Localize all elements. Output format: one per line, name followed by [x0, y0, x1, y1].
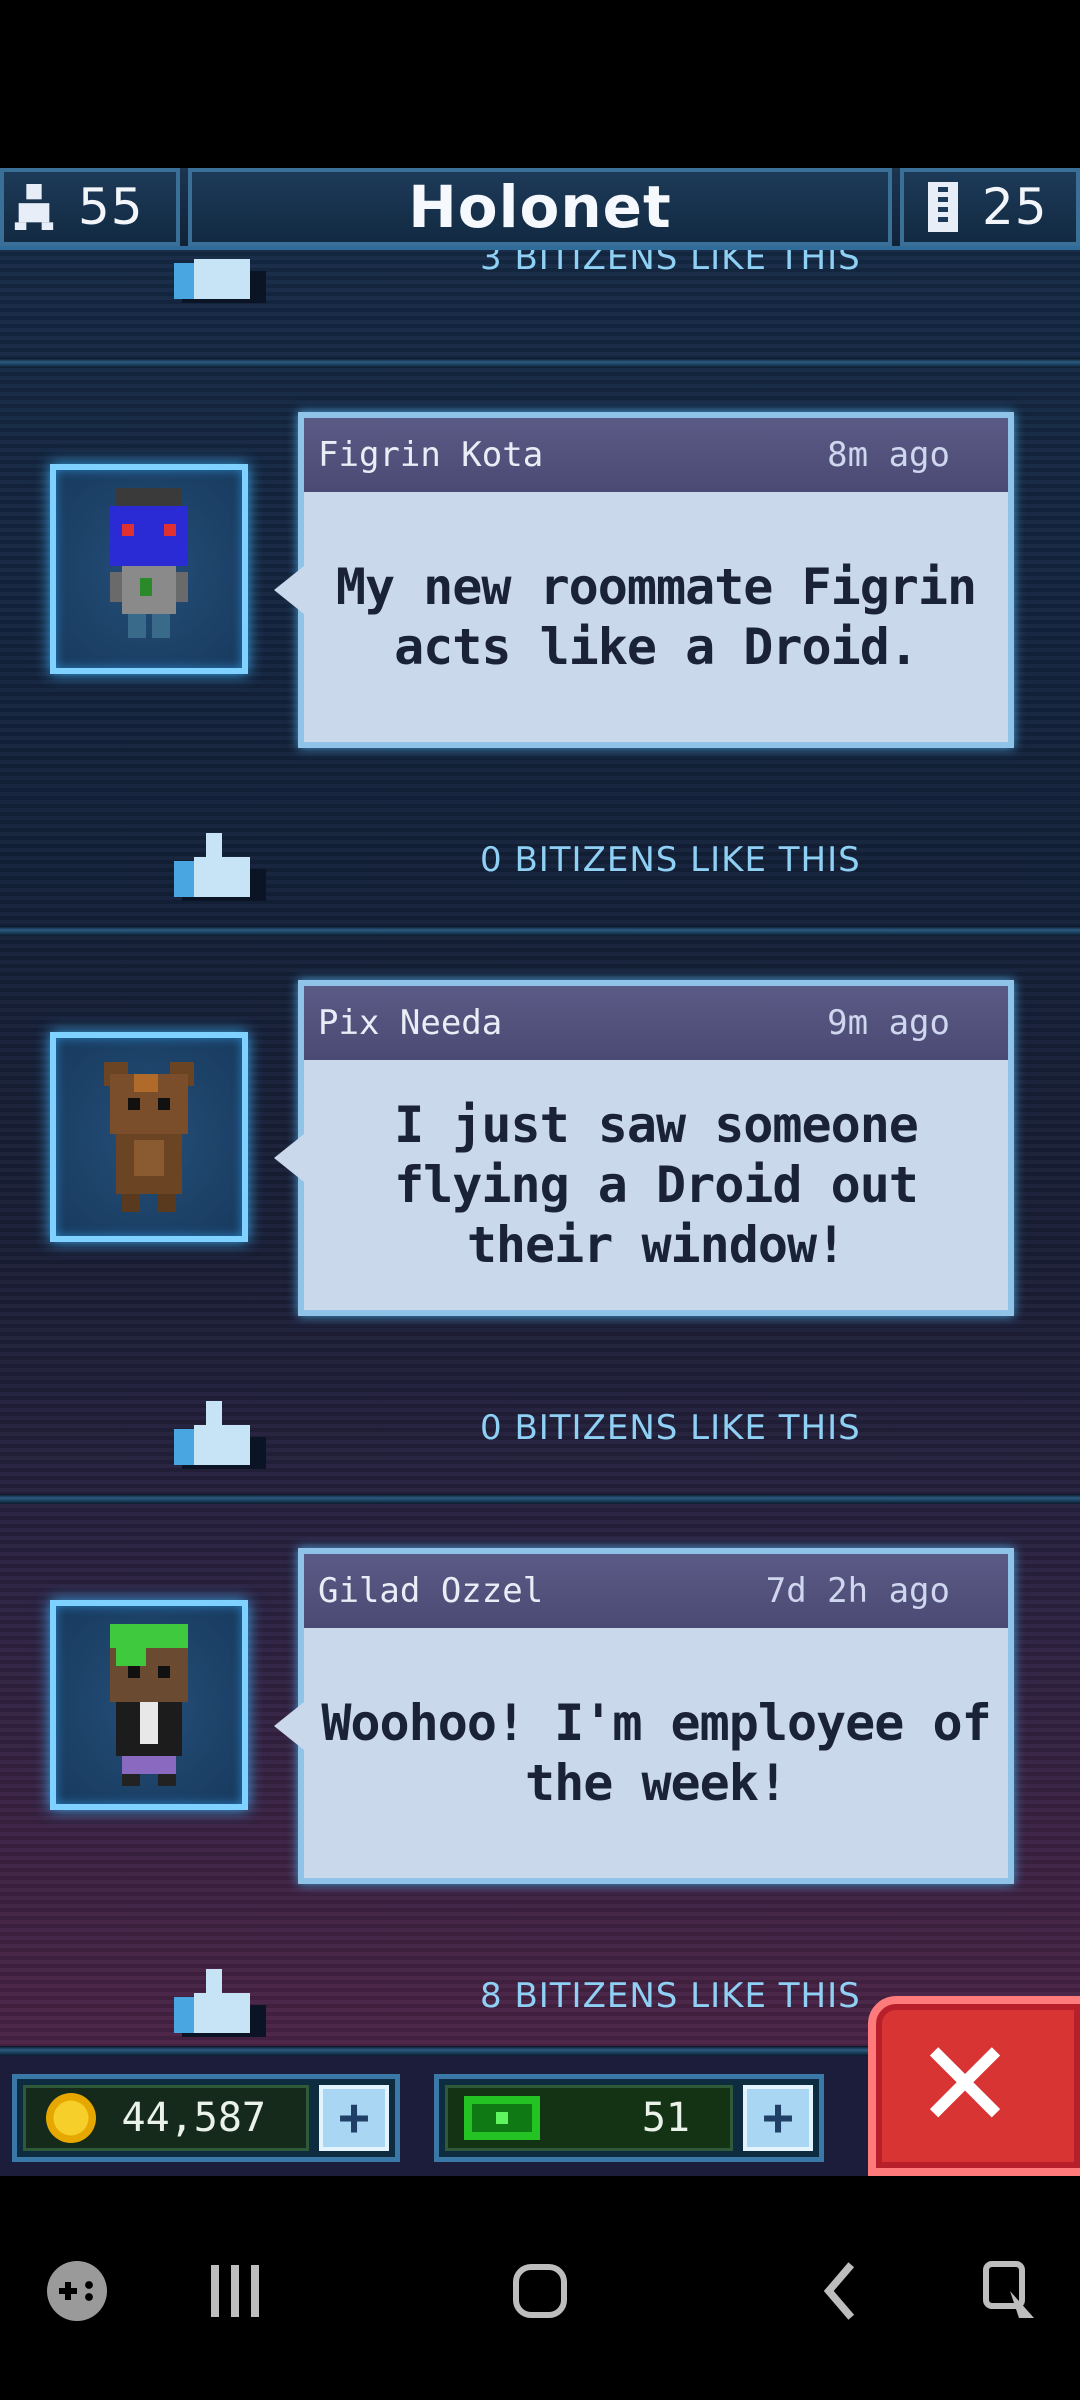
page-title-box: Holonet [188, 168, 892, 246]
population-value: 55 [78, 178, 144, 236]
like-button[interactable] [174, 828, 266, 902]
message-header: Pix Needa 9m ago [304, 986, 1008, 1060]
message-bubble: Figrin Kota 8m ago My new roommate Figri… [274, 412, 1014, 748]
game-launcher-button[interactable] [22, 2236, 132, 2346]
back-icon [823, 2262, 855, 2320]
bubble-tail [274, 566, 304, 614]
back-button[interactable] [790, 2236, 890, 2346]
home-icon [513, 2264, 567, 2318]
bitizen-avatar-icon [104, 1062, 194, 1212]
home-button[interactable] [480, 2236, 600, 2346]
like-button[interactable] [174, 1396, 266, 1470]
avatar[interactable] [50, 464, 248, 674]
plus-icon: + [338, 2088, 370, 2148]
close-button[interactable]: ✕ [868, 1996, 1080, 2176]
message-bubble: Pix Needa 9m ago I just saw someone flyi… [274, 980, 1014, 1316]
message-body: I just saw someone flying a Droid out th… [304, 1060, 1008, 1310]
bux-value: 51 [641, 2095, 690, 2141]
likes-count: 0 BITIZENS LIKE THIS [480, 1408, 861, 1448]
author-name: Pix Needa [318, 1003, 503, 1043]
screen-capture-icon [983, 2261, 1034, 2318]
coins-display: 44,587 [23, 2085, 309, 2151]
message-header: Figrin Kota 8m ago [304, 418, 1008, 492]
building-icon [928, 182, 958, 232]
message-text: I just saw someone flying a Droid out th… [394, 1096, 919, 1274]
likes-count: 0 BITIZENS LIKE THIS [480, 840, 861, 880]
message-text: My new roommate Figrin acts like a Droid… [335, 558, 977, 676]
bitizen-avatar-icon [110, 488, 188, 638]
coin-icon [46, 2093, 96, 2143]
bubble-tail [274, 1134, 304, 1182]
floors-counter[interactable]: 25 [900, 168, 1080, 246]
holonet-header: 55 Holonet 25 [0, 168, 1080, 250]
person-icon [14, 184, 54, 230]
recent-apps-button[interactable] [180, 2236, 290, 2346]
post-divider [0, 358, 1080, 368]
post-time: 7d 2h ago [765, 1571, 950, 1611]
thumbs-up-icon [174, 1401, 266, 1469]
close-icon: ✕ [914, 2016, 1016, 2155]
bitizen-avatar-icon [110, 1624, 188, 1786]
likes-count: 3 BITIZENS LIKE THIS [480, 250, 861, 278]
avatar[interactable] [50, 1032, 248, 1242]
system-nav-bar [0, 2176, 1080, 2400]
message-bubble: Gilad Ozzel 7d 2h ago Woohoo! I'm employ… [274, 1548, 1014, 1884]
add-bux-button[interactable]: + [743, 2085, 813, 2151]
like-button[interactable] [174, 1964, 266, 2038]
thumbs-up-icon [174, 1969, 266, 2037]
post-divider [0, 1494, 1080, 1504]
bubble-tail [274, 1702, 304, 1750]
coins-value: 44,587 [121, 2095, 267, 2141]
status-bar [0, 0, 1080, 168]
author-name: Gilad Ozzel [318, 1571, 544, 1611]
gamepad-icon [47, 2261, 107, 2321]
thumbs-up-icon [174, 833, 266, 901]
post-divider [0, 926, 1080, 936]
post-time: 8m ago [827, 435, 950, 475]
message-body: Woohoo! I'm employee of the week! [304, 1628, 1008, 1878]
recent-apps-icon [211, 2265, 259, 2317]
post-item: Gilad Ozzel 7d 2h ago Woohoo! I'm employ… [0, 1504, 1080, 2056]
likes-count: 8 BITIZENS LIKE THIS [480, 1976, 861, 2016]
page-title: Holonet [408, 173, 672, 241]
thumbs-up-icon [174, 259, 266, 303]
avatar[interactable] [50, 1600, 248, 1810]
message-body: My new roommate Figrin acts like a Droid… [304, 492, 1008, 742]
post-item: Pix Needa 9m ago I just saw someone flyi… [0, 936, 1080, 1502]
plus-icon: + [762, 2088, 794, 2148]
bux-panel: 51 + [434, 2074, 824, 2162]
post-item: Figrin Kota 8m ago My new roommate Figri… [0, 368, 1080, 934]
population-counter[interactable]: 55 [0, 168, 180, 246]
holonet-feed[interactable]: 3 BITIZENS LIKE THIS Figrin Kota 8m ago [0, 250, 1080, 2056]
add-coins-button[interactable]: + [319, 2085, 389, 2151]
author-name: Figrin Kota [318, 435, 544, 475]
post-time: 9m ago [827, 1003, 950, 1043]
bux-display: 51 [445, 2085, 733, 2151]
floors-value: 25 [982, 178, 1048, 236]
bux-icon [464, 2096, 540, 2140]
coins-panel: 44,587 + [12, 2074, 400, 2162]
message-header: Gilad Ozzel 7d 2h ago [304, 1554, 1008, 1628]
like-button[interactable] [174, 250, 266, 304]
message-text: Woohoo! I'm employee of the week! [321, 1694, 991, 1812]
screenshot-tool-button[interactable] [960, 2236, 1060, 2346]
